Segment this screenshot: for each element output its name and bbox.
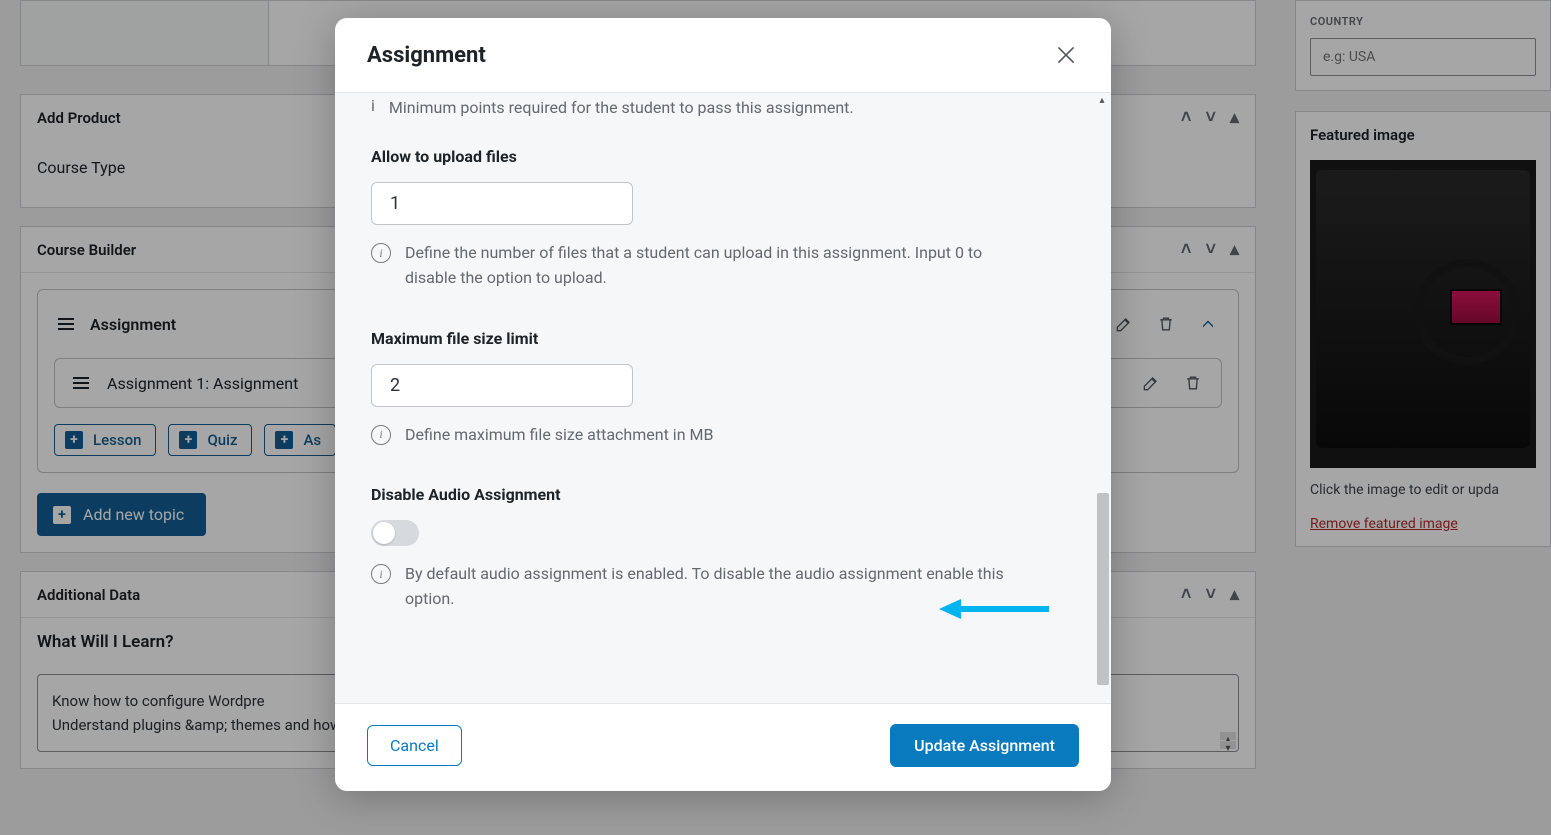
scroll-up-icon[interactable]: ▴ — [1095, 93, 1109, 107]
disable-audio-group: Disable Audio Assignment i By default au… — [371, 485, 1075, 612]
info-icon: i — [371, 564, 391, 584]
upload-files-help: Define the number of files that a studen… — [405, 241, 1025, 291]
disable-audio-help: By default audio assignment is enabled. … — [405, 562, 1025, 612]
filesize-group: Maximum file size limit i Define maximum… — [371, 329, 1075, 448]
cancel-button[interactable]: Cancel — [367, 725, 462, 766]
modal-scrollbar[interactable]: ▴ — [1095, 93, 1109, 703]
assignment-modal: Assignment ▴ i Minimum points required f… — [335, 18, 1111, 791]
disable-audio-label: Disable Audio Assignment — [371, 485, 1075, 504]
info-icon: i — [371, 425, 391, 445]
close-icon[interactable] — [1053, 42, 1079, 68]
modal-title: Assignment — [367, 43, 486, 68]
disable-audio-toggle[interactable] — [371, 520, 419, 546]
info-icon: i — [371, 243, 391, 263]
annotation-arrow-icon — [939, 597, 1049, 621]
upload-files-input[interactable] — [371, 182, 633, 225]
filesize-input[interactable] — [371, 364, 633, 407]
clipped-helper: i Minimum points required for the studen… — [371, 93, 1061, 117]
update-assignment-button[interactable]: Update Assignment — [890, 724, 1079, 767]
filesize-help: Define maximum file size attachment in M… — [405, 423, 713, 448]
scroll-thumb[interactable] — [1097, 493, 1109, 685]
info-icon: i — [371, 96, 375, 115]
filesize-label: Maximum file size limit — [371, 329, 1075, 348]
helper-text: Minimum points required for the student … — [389, 98, 854, 117]
upload-files-label: Allow to upload files — [371, 147, 1075, 166]
upload-files-group: Allow to upload files i Define the numbe… — [371, 147, 1075, 291]
